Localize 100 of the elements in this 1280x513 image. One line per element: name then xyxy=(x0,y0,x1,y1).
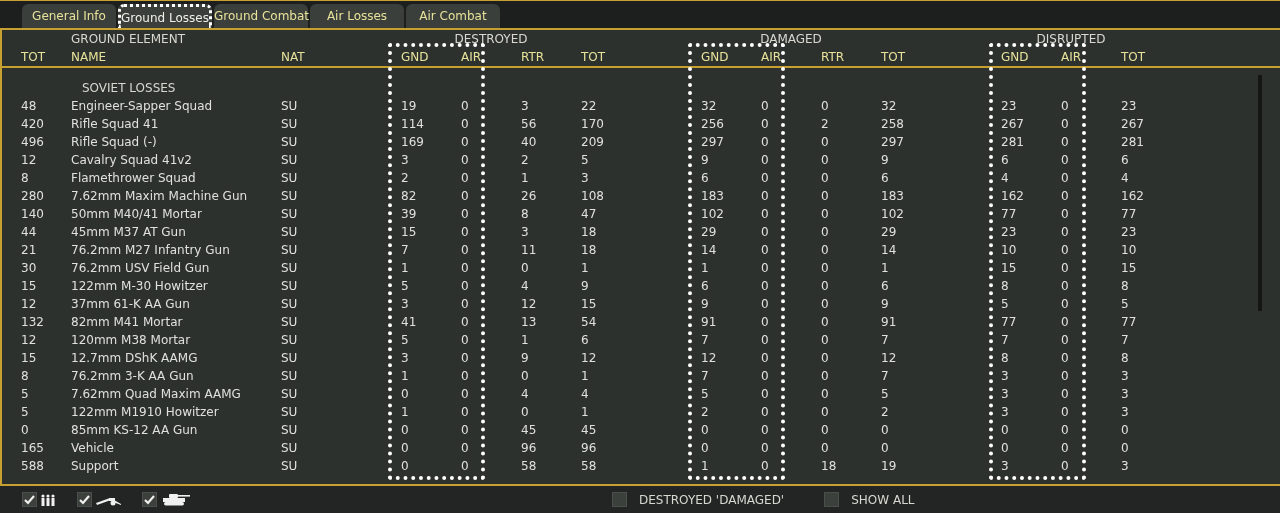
tab[interactable]: General Info xyxy=(22,4,116,28)
column-heading[interactable]: GND xyxy=(401,47,461,66)
column-heading[interactable]: NAT xyxy=(281,47,401,66)
table-cell-text: 3 xyxy=(1121,368,1130,385)
table-cell-text: 0 xyxy=(461,314,470,331)
table-cell-text: Rifle Squad (-) xyxy=(71,134,158,151)
table-cell-text: 32 xyxy=(701,98,718,115)
table-cell-text: 5 xyxy=(1121,296,1130,313)
table-cell-text: 0 xyxy=(701,440,710,457)
table-cell-text: 15 xyxy=(21,278,38,295)
table-cell-text: 1 xyxy=(581,260,590,277)
checkbox[interactable] xyxy=(824,492,840,507)
table-cell-text: 8 xyxy=(1121,350,1130,367)
table-cell-text: 7.62mm Maxim Machine Gun xyxy=(71,188,249,205)
table-cell-text: 6 xyxy=(881,170,890,187)
table-cell-text: 50mm M40/41 Mortar xyxy=(71,206,203,223)
tab[interactable]: Air Losses xyxy=(310,4,404,28)
table-cell-text: 6 xyxy=(701,170,710,187)
tab[interactable]: Air Combat xyxy=(406,4,500,28)
column-heading[interactable]: NAME xyxy=(71,47,281,66)
table-cell-text: SU xyxy=(281,386,299,403)
table-cell-text: 15 xyxy=(1001,260,1018,277)
table-cell-text: 6 xyxy=(881,278,890,295)
column-heading[interactable]: AIR xyxy=(761,47,821,66)
table-cell-text: 58 xyxy=(581,458,598,475)
table-cell-text: 18 xyxy=(581,224,598,241)
table-cell-text: 0 xyxy=(761,206,770,223)
table-cell-text: 0 xyxy=(821,404,830,421)
table-cell-text: 1 xyxy=(581,368,590,385)
table-cell-text: 108 xyxy=(581,188,605,205)
table-cell-text: 4 xyxy=(521,386,530,403)
table-cell-text: 0 xyxy=(761,278,770,295)
table-cell-text: 15 xyxy=(401,224,418,241)
table-cell-text: 0 xyxy=(821,260,830,277)
column-heading[interactable]: RTR xyxy=(521,47,581,66)
column-heading[interactable]: RTR xyxy=(821,47,881,66)
table-cell-text: 5 xyxy=(701,386,710,403)
table-cell-text: 0 xyxy=(461,386,470,403)
checkbox[interactable] xyxy=(612,492,627,507)
column-heading[interactable]: AIR xyxy=(461,47,521,66)
table-cell-text: 9 xyxy=(701,152,710,169)
table-cell-text: 44 xyxy=(21,224,38,241)
table-cell-text: 588 xyxy=(21,458,45,475)
table-cell-text: SU xyxy=(281,224,299,241)
table-cell-text: 12 xyxy=(21,332,38,349)
table-cell-text: SU xyxy=(281,422,299,439)
table-cell-text: 7 xyxy=(881,332,890,349)
table-cell-text: 0 xyxy=(761,242,770,259)
table-cell-text: 0 xyxy=(821,386,830,403)
table-cell-text: 0 xyxy=(761,332,770,349)
table-cell-text: SU xyxy=(281,242,299,259)
column-heading[interactable]: AIR xyxy=(1061,47,1121,66)
table-cell-text: 0 xyxy=(761,224,770,241)
table-cell-text: 23 xyxy=(1121,224,1138,241)
table-cell-text: Cavalry Squad 41v2 xyxy=(71,152,193,169)
table-cell-text: 0 xyxy=(821,170,830,187)
table-cell-text: 1 xyxy=(521,170,530,187)
table-cell-text: 12 xyxy=(521,296,538,313)
table-cell-text: 7 xyxy=(881,368,890,385)
table-cell-text: SU xyxy=(281,314,299,331)
table-cell-text: 9 xyxy=(521,350,530,367)
table-cell-text: 0 xyxy=(761,350,770,367)
table-cell-text: 0 xyxy=(761,116,770,133)
table-cell-text: 3 xyxy=(1121,404,1130,421)
column-heading[interactable]: TOT xyxy=(881,47,1001,66)
table-cell-text: 0 xyxy=(821,332,830,349)
table-cell-text: 82 xyxy=(401,188,418,205)
table-cell-text: 37mm 61-K AA Gun xyxy=(71,296,191,313)
checkbox[interactable] xyxy=(77,492,92,507)
table-cell-text: 9 xyxy=(881,296,890,313)
group-heading: GROUND ELEMENT xyxy=(71,31,186,48)
table-cell-text: 3 xyxy=(581,170,590,187)
table-cell-text: SU xyxy=(281,170,299,187)
table-cell-text: 12 xyxy=(701,350,718,367)
table-cell-text: 2 xyxy=(701,404,710,421)
table-cell-text: 0 xyxy=(1061,422,1070,439)
tab[interactable]: Ground Losses xyxy=(118,4,212,28)
table-cell-text: 0 xyxy=(821,152,830,169)
table-cell-text: SU xyxy=(281,152,299,169)
column-heading[interactable]: GND xyxy=(1001,47,1061,66)
table-cell-text: 7 xyxy=(1121,332,1130,349)
table-cell-text: 0 xyxy=(821,422,830,439)
table-cell-text: 0 xyxy=(461,260,470,277)
table-cell-text: 0 xyxy=(461,206,470,223)
checkbox[interactable] xyxy=(142,492,157,507)
table-cell-text: 6 xyxy=(1001,152,1010,169)
table-cell-text: 54 xyxy=(581,314,598,331)
checkbox[interactable] xyxy=(22,492,37,507)
table-cell-text: SU xyxy=(281,368,299,385)
table-cell-text: 0 xyxy=(461,404,470,421)
table-cell-text: 77 xyxy=(1001,314,1018,331)
table-cell-text: 1 xyxy=(701,458,710,475)
tab[interactable]: Ground Combat xyxy=(214,4,308,28)
table-cell-text: 10 xyxy=(1121,242,1138,259)
column-heading[interactable]: TOT xyxy=(1121,47,1280,66)
column-heading[interactable]: TOT xyxy=(581,47,701,66)
column-heading[interactable]: TOT xyxy=(21,47,71,66)
table-cell-text: 82mm M41 Mortar xyxy=(71,314,184,331)
table-cell-text: 0 xyxy=(761,170,770,187)
column-heading[interactable]: GND xyxy=(701,47,761,66)
